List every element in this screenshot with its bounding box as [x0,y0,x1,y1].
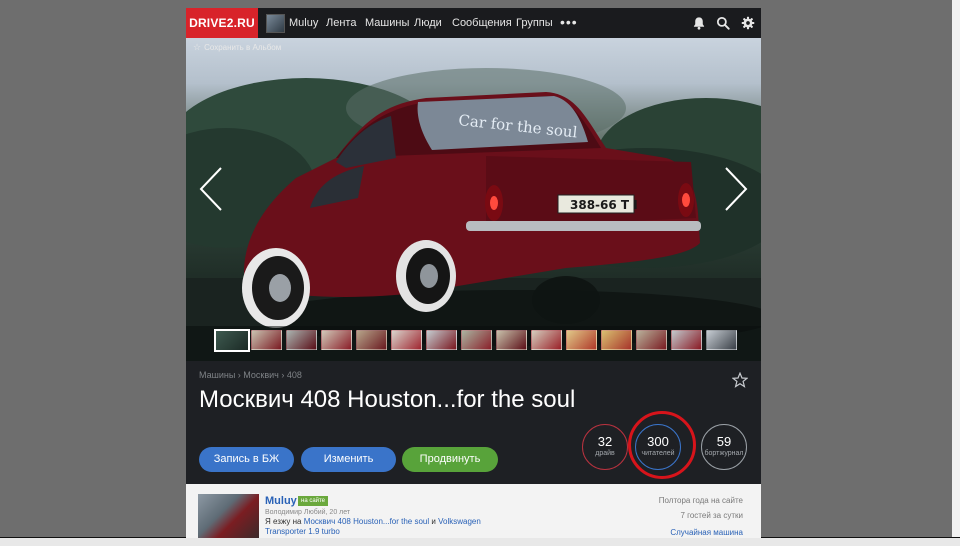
thumbnail[interactable] [214,329,250,352]
save-album-label: Сохранить в Альбом [204,43,282,52]
owner-cars-line-2: Transporter 1.9 turbo [265,527,340,536]
thumbnail[interactable] [496,330,527,350]
guests-count: 7 гостей за сутки [680,511,743,520]
drive-count: 32 [597,434,613,449]
car-photo-gallery[interactable]: Car for the soul 388-66 T I ☆ Сохранить в… [186,38,761,361]
chevron-right-icon[interactable] [720,166,750,212]
svg-text:388-66 T I: 388-66 T I [570,198,638,212]
journal-entry-button[interactable]: Запись в БЖ [199,447,294,472]
nav-people[interactable]: Люди [414,8,442,38]
bell-icon[interactable] [692,16,706,30]
thumbnail[interactable] [566,330,597,350]
logbook-label: бортжурнал [704,450,744,457]
nav-cars[interactable]: Машины [365,8,409,38]
car-page: DRIVE2.RU Muluy Лента Машины Люди Сообще… [186,8,761,538]
promote-button[interactable]: Продвинуть [402,447,498,472]
chevron-left-icon[interactable] [197,166,227,212]
star-icon[interactable] [732,372,748,388]
logbook-stat[interactable]: 59 бортжурнал [701,424,747,470]
gear-icon[interactable] [741,16,755,30]
nav-user[interactable]: Muluy [289,8,318,38]
save-to-album-link[interactable]: ☆ Сохранить в Альбом [193,42,281,53]
random-car-link[interactable]: Случайная машина [670,528,743,537]
nav-more-icon[interactable]: ••• [560,8,578,38]
thumbnail[interactable] [321,330,352,350]
owner-avatar[interactable] [198,494,259,538]
drive-label: драйв [595,450,615,457]
second-car-link[interactable]: Volkswagen [438,517,481,526]
online-badge: на сайте [298,496,329,506]
nav-messages[interactable]: Сообщения [452,8,512,38]
thumbnail[interactable] [356,330,387,350]
thumbnail-strip [186,326,761,361]
second-car-link-continued[interactable]: Transporter 1.9 turbo [265,527,340,536]
owner-cars-line: Я езжу на Москвич 408 Houston...for the … [265,517,481,526]
owner-details: Володимир Любий, 20 лет [265,509,351,516]
thumbnail[interactable] [636,330,667,350]
user-avatar[interactable] [266,14,285,33]
thumbnail[interactable] [531,330,562,350]
top-nav: DRIVE2.RU Muluy Лента Машины Люди Сообще… [186,8,761,38]
owner-name[interactable]: Muluy [265,495,297,507]
car-link[interactable]: Москвич 408 Houston...for the soul [304,517,429,526]
thumbnail[interactable] [601,330,632,350]
breadcrumb[interactable]: Машины › Москвич › 408 [199,370,302,380]
thumbnail[interactable] [251,330,282,350]
logbook-count: 59 [716,434,732,449]
owner-profile: Muluy на сайте Володимир Любий, 20 лет Я… [186,484,761,538]
window-edge-bottom [0,537,960,546]
thumbnail[interactable] [706,330,737,350]
edit-button[interactable]: Изменить [301,447,396,472]
star-outline-icon: ☆ [193,42,202,52]
annotation-circle [628,411,696,479]
thumbnail[interactable] [426,330,457,350]
thumbnail[interactable] [461,330,492,350]
time-on-site: Полтора года на сайте [658,496,743,505]
search-icon[interactable] [716,16,730,30]
nav-feed[interactable]: Лента [326,8,356,38]
car-photo: Car for the soul 388-66 T I [186,68,761,361]
site-logo[interactable]: DRIVE2.RU [186,8,258,38]
window-edge-right [952,0,960,546]
page-title: Москвич 408 Houston...for the soul [199,386,576,413]
nav-groups[interactable]: Группы [516,8,553,38]
and-word: и [431,517,436,526]
thumbnail[interactable] [391,330,422,350]
drive-stat[interactable]: 32 драйв [582,424,628,470]
thumbnail[interactable] [671,330,702,350]
thumbnail[interactable] [286,330,317,350]
drives-prefix: Я езжу на [265,517,302,526]
